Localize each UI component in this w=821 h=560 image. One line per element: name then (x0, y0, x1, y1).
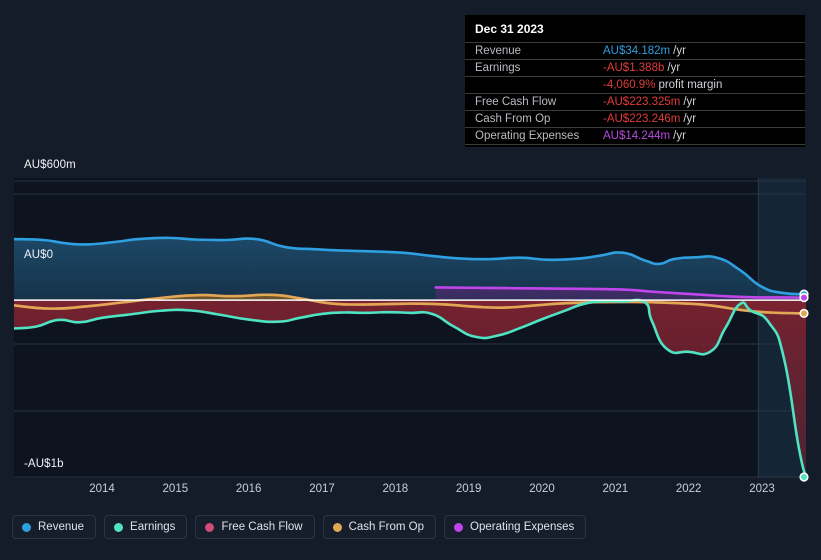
x-axis-tick-2017: 2017 (309, 483, 335, 495)
y-axis-label-top: AU$600m (24, 159, 76, 171)
y-axis-label-zero: AU$0 (24, 249, 54, 261)
tooltip-row-value: -4,060.9% (603, 79, 656, 91)
legend-color-dot-icon (205, 522, 215, 532)
tooltip-row-unit: /yr (683, 96, 697, 108)
series-endpoint-marker (799, 308, 809, 318)
tooltip-row-unit: /yr (673, 130, 686, 142)
tooltip-row-unit: /yr (667, 62, 681, 74)
legend-item-free-cash-flow[interactable]: Free Cash Flow (195, 515, 315, 539)
tooltip-row-value: -AU$1.388b (603, 62, 665, 74)
legend-color-dot-icon (332, 522, 342, 532)
tooltip-row-unit: /yr (673, 45, 686, 57)
tooltip-row: Earnings -AU$1.388b/yr (465, 59, 805, 76)
legend-color-dot-icon (454, 522, 464, 532)
series-endpoint-marker (799, 293, 809, 303)
tooltip-row-value-group: -AU$1.388b/yr (603, 62, 680, 74)
series-endpoint-marker (799, 472, 809, 482)
tooltip-row: Operating Expenses AU$14.244m/yr (465, 127, 805, 145)
legend-item-label: Cash From Op (348, 521, 425, 533)
legend-item-operating-expenses[interactable]: Operating Expenses (444, 515, 587, 539)
chart-page: AU$600m AU$0 -AU$1b 2014 2015 2016 2017 2018… (0, 0, 821, 560)
tooltip-row-value-group: -AU$223.246m/yr (603, 113, 696, 125)
legend-item-earnings[interactable]: Earnings (104, 515, 188, 539)
tooltip-row-value: -AU$223.325m (603, 96, 681, 108)
tooltip-row-subtext: profit margin (658, 79, 723, 91)
chart-legend: Revenue Earnings Free Cash Flow Cash From O… (12, 515, 587, 539)
tooltip-row-value: AU$14.244m (603, 130, 671, 142)
tooltip-row-value-group: AU$34.182m/yr (603, 45, 686, 57)
tooltip-row-value-group: -4,060.9% profit margin (603, 79, 722, 91)
tooltip-row-value: AU$34.182m (603, 45, 671, 57)
tooltip-row-label: Cash From Op (475, 113, 551, 125)
legend-item-label: Revenue (38, 521, 85, 533)
tooltip-row: Revenue AU$34.182m/yr (465, 42, 805, 59)
chart-tooltip: Dec 31 2023 Revenue AU$34.182m/yr Earnings… (465, 15, 805, 147)
tooltip-row-value-group: AU$14.244m/yr (603, 130, 686, 142)
tooltip-row-label: Earnings (475, 62, 521, 74)
tooltip-row: -4,060.9% profit margin (465, 76, 805, 93)
x-axis-tick-2014: 2014 (89, 483, 115, 495)
legend-color-dot-icon (22, 522, 31, 532)
tooltip-date: Dec 31 2023 (475, 22, 544, 36)
legend-item-label: Earnings (130, 521, 176, 533)
tooltip-row: Cash From Op -AU$223.246m/yr (465, 110, 805, 127)
tooltip-row-value-group: -AU$223.325m/yr (603, 96, 696, 108)
x-axis-tick-2018: 2018 (382, 483, 409, 495)
x-axis-tick-2019: 2019 (455, 483, 482, 495)
tooltip-row-label: Operating Expenses (475, 130, 580, 142)
x-axis: 2014 2015 2016 2017 2018 2019 2020 2021 2022 2023 (0, 483, 821, 499)
x-axis-tick-2022: 2022 (675, 483, 702, 495)
legend-item-label: Operating Expenses (470, 521, 575, 533)
legend-item-label: Free Cash Flow (221, 521, 303, 533)
x-axis-tick-2021: 2021 (602, 483, 629, 495)
tooltip-row: Free Cash Flow -AU$223.325m/yr (465, 93, 805, 110)
legend-item-cash-from-op[interactable]: Cash From Op (322, 515, 437, 539)
tooltip-rows: Revenue AU$34.182m/yr Earnings -AU$1.388b/y… (465, 42, 805, 145)
tooltip-row-label: Free Cash Flow (475, 96, 557, 108)
legend-item-revenue[interactable]: Revenue (12, 515, 97, 539)
x-axis-tick-2020: 2020 (529, 483, 555, 495)
x-axis-tick-2015: 2015 (162, 483, 189, 495)
legend-color-dot-icon (114, 522, 124, 532)
x-axis-tick-2023: 2023 (749, 483, 775, 495)
y-axis-label-bottom: -AU$1b (24, 458, 64, 470)
x-axis-tick-2016: 2016 (235, 483, 262, 495)
tooltip-row-value: -AU$223.246m (603, 113, 681, 125)
tooltip-row-label: Revenue (475, 45, 522, 57)
tooltip-row-unit: /yr (683, 113, 697, 125)
